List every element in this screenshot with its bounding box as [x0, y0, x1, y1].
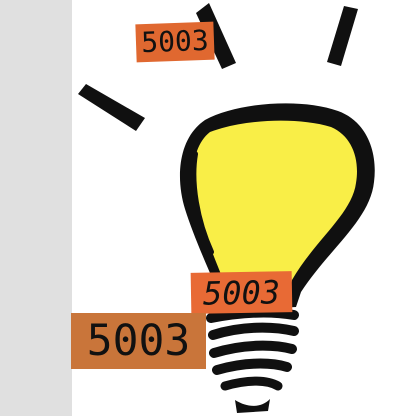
thread-5: [220, 376, 283, 391]
ray-left: [78, 84, 145, 131]
light-bulb-icon: [78, 3, 375, 413]
thread-3: [209, 340, 297, 358]
ray-top-right: [327, 6, 358, 66]
thread-2: [208, 322, 299, 340]
thread-1: [206, 307, 299, 323]
number-label: 5003: [71, 313, 206, 369]
number-label: 5003: [135, 21, 215, 63]
screenshot-canvas: 5003 5003 5003: [0, 0, 416, 416]
number-label: 5003: [190, 271, 293, 314]
base-tip: [235, 399, 270, 413]
thread-4: [212, 358, 292, 375]
bulb-base-threads: [206, 307, 299, 413]
